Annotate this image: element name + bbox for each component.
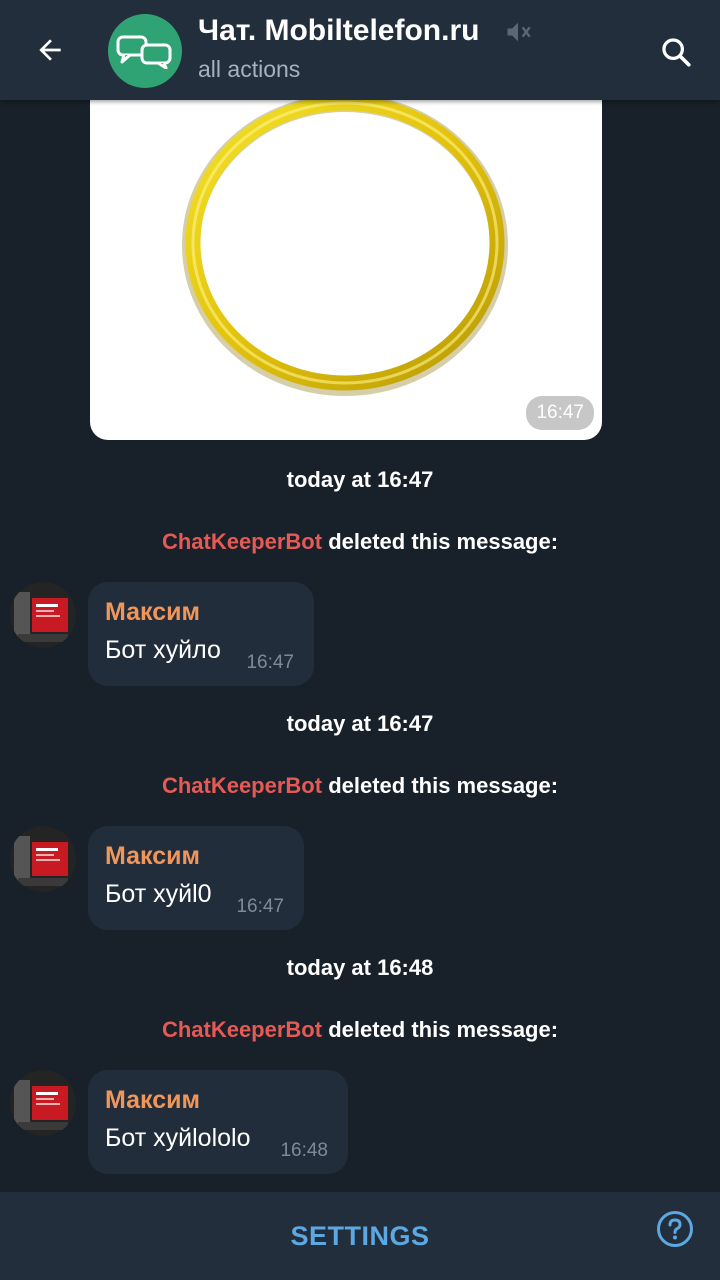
message-text: Бот хуйло (105, 636, 221, 664)
image-message[interactable]: 16:47 (90, 60, 602, 440)
chat-title[interactable]: Чат. Mobiltelefon.ru (198, 14, 479, 48)
avatar[interactable] (10, 826, 76, 892)
service-message: ChatKeeperBot deleted this message: (0, 773, 720, 799)
group-avatar[interactable] (108, 14, 182, 88)
bot-name[interactable]: ChatKeeperBot (162, 773, 322, 798)
user-avatar-icon (10, 1070, 76, 1136)
image-time: 16:47 (526, 396, 594, 430)
user-avatar-icon (10, 826, 76, 892)
message-time: 16:47 (246, 652, 294, 673)
message-bubble[interactable]: Максим Бот хуйло 16:47 (88, 582, 314, 686)
avatar[interactable] (10, 1070, 76, 1136)
date-separator: today at 16:48 (286, 955, 434, 980)
bottom-bar: SETTINGS (0, 1192, 720, 1280)
service-action: deleted this message: (322, 1017, 559, 1042)
arrow-left-icon (39, 39, 61, 61)
service-message: ChatKeeperBot deleted this message: (0, 1017, 720, 1043)
user-avatar-icon (10, 582, 76, 648)
message-text: Бот хуйl0 (105, 880, 212, 908)
sender-name[interactable]: Максим (105, 842, 200, 871)
service-message: ChatKeeperBot deleted this message: (0, 529, 720, 555)
date-separator: today at 16:47 (286, 711, 434, 736)
search-icon (662, 38, 691, 67)
help-circle-icon[interactable] (655, 1209, 695, 1249)
message-text: Бот хуйlololo (105, 1124, 251, 1152)
chat-bubbles-icon (116, 35, 172, 69)
chat-subtitle: all actions (198, 56, 301, 82)
muted-speaker-icon (507, 22, 531, 42)
message-time: 16:48 (280, 1140, 328, 1161)
gold-ring-image (182, 94, 508, 396)
service-action: deleted this message: (322, 529, 559, 554)
avatar[interactable] (10, 582, 76, 648)
message-time: 16:47 (236, 896, 284, 917)
settings-button[interactable]: SETTINGS (0, 1192, 720, 1280)
bot-name[interactable]: ChatKeeperBot (162, 529, 322, 554)
message-bubble[interactable]: Максим Бот хуйl0 16:47 (88, 826, 304, 930)
back-button[interactable] (22, 28, 78, 72)
search-button[interactable] (652, 28, 700, 76)
service-action: deleted this message: (322, 773, 559, 798)
chat-header: Чат. Mobiltelefon.ru all actions (0, 0, 720, 100)
bot-name[interactable]: ChatKeeperBot (162, 1017, 322, 1042)
date-separator: today at 16:47 (286, 467, 434, 492)
sender-name[interactable]: Максим (105, 598, 200, 627)
message-bubble[interactable]: Максим Бот хуйlololo 16:48 (88, 1070, 348, 1174)
sender-name[interactable]: Максим (105, 1086, 200, 1115)
